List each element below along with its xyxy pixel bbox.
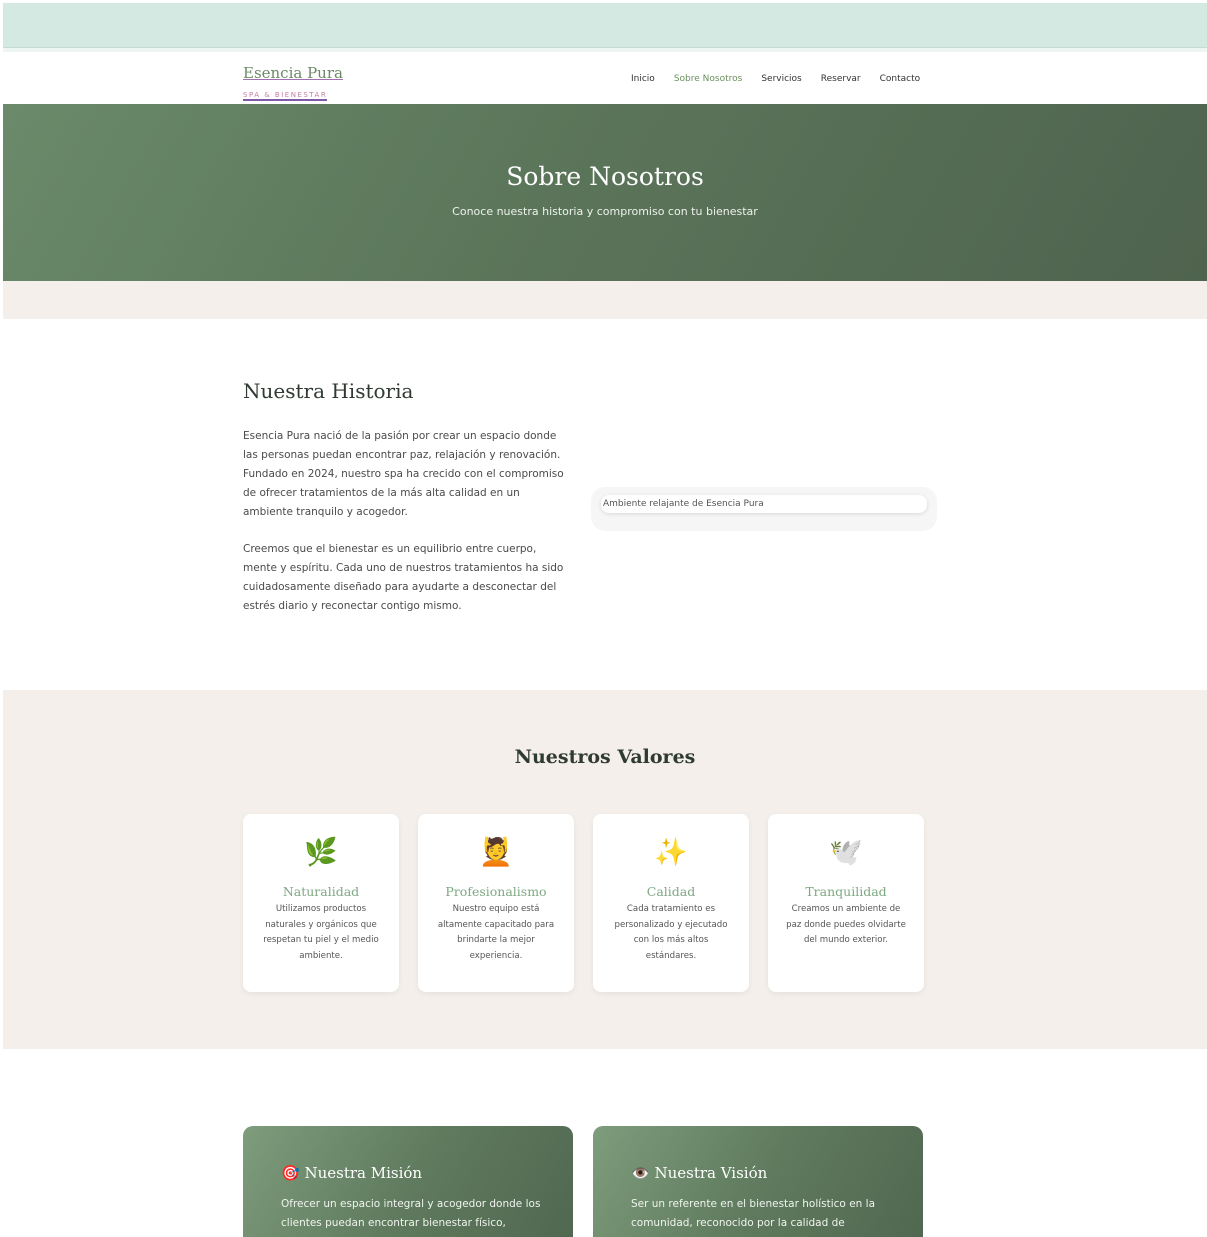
value-card-naturalidad: 🌿 Naturalidad Utilizamos productos natur… [243,814,399,992]
broken-image: Ambiente relajante de Esencia Pura [601,495,927,513]
history-paragraph-1: Esencia Pura nació de la pasión por crea… [243,430,564,518]
page: Esencia Pura SPA & BIENESTAR Inicio Sobr… [3,3,1207,1237]
mission-title-text: Nuestra Misión [304,1164,423,1182]
image-alt-text: Ambiente relajante de Esencia Pura [603,499,764,509]
value-card-title: Profesionalismo [445,884,547,899]
section-spacer [3,281,1207,319]
nav-servicios[interactable]: Servicios [761,74,801,84]
nav-contacto[interactable]: Contacto [880,74,921,84]
herb-icon: 🌿 [304,837,338,868]
value-card-text: Cada tratamiento es personalizado y ejec… [614,904,728,961]
vision-title: 👁️ Nuestra Visión [631,1164,767,1182]
value-card-title: Naturalidad [282,884,360,899]
history-paragraph-2: Creemos que el bienestar es un equilibri… [243,543,564,612]
nav-sobre-nosotros[interactable]: Sobre Nosotros [674,74,743,84]
mission-text: Ofrecer un espacio integral y acogedor d… [281,1198,541,1229]
sparkles-icon: ✨ [654,837,688,868]
nav-inicio[interactable]: Inicio [631,74,655,84]
main-menu: Inicio Sobre Nosotros Servicios Reservar… [631,74,920,84]
value-card-text: Utilizamos productos naturales y orgánic… [263,904,379,961]
top-banner [3,3,1207,48]
value-card-tranquilidad: 🕊️ Tranquilidad Creamos un ambiente de p… [768,814,924,992]
hero-subtitle: Conoce nuestra historia y compromiso con… [452,205,758,218]
value-card-text: Nuestro equipo está altamente capacitado… [437,904,555,961]
history-section: Nuestra Historia Esencia Pura nació de l… [3,319,1207,690]
history-title: Nuestra Historia [243,379,414,403]
eye-icon: 👁️ [631,1164,650,1182]
vision-title-text: Nuestra Visión [654,1164,768,1182]
history-image-frame: Ambiente relajante de Esencia Pura [591,487,937,531]
mission-card: 🎯 Nuestra Misión Ofrecer un espacio inte… [243,1126,573,1237]
mission-title: 🎯 Nuestra Misión [281,1164,422,1182]
logo-title[interactable]: Esencia Pura [243,64,343,82]
dove-icon: 🕊️ [829,837,863,868]
navbar: Esencia Pura SPA & BIENESTAR Inicio Sobr… [3,52,1207,104]
value-card-text: Creamos un ambiente de paz donde puedes … [786,904,906,945]
massage-icon: 💆 [479,837,513,868]
value-card-profesionalismo: 💆 Profesionalismo Nuestro equipo está al… [418,814,574,992]
value-card-title: Tranquilidad [805,884,887,899]
values-title: Nuestros Valores [514,746,696,768]
target-icon: 🎯 [281,1164,300,1182]
hero-banner: Sobre Nosotros Conoce nuestra historia y… [3,104,1207,281]
logo-subtitle: SPA & BIENESTAR [243,91,328,101]
vision-text: Ser un referente en el bienestar holísti… [631,1198,876,1229]
mission-vision-section: 🎯 Nuestra Misión Ofrecer un espacio inte… [3,1049,1207,1237]
hero-title: Sobre Nosotros [506,162,704,191]
vision-card: 👁️ Nuestra Visión Ser un referente en el… [593,1126,923,1237]
values-section: Nuestros Valores 🌿 Naturalidad Utilizamo… [3,690,1207,1049]
nav-reservar[interactable]: Reservar [821,74,861,84]
value-card-calidad: ✨ Calidad Cada tratamiento es personaliz… [593,814,749,992]
logo[interactable]: Esencia Pura SPA & BIENESTAR [243,64,343,101]
value-card-title: Calidad [646,884,696,899]
